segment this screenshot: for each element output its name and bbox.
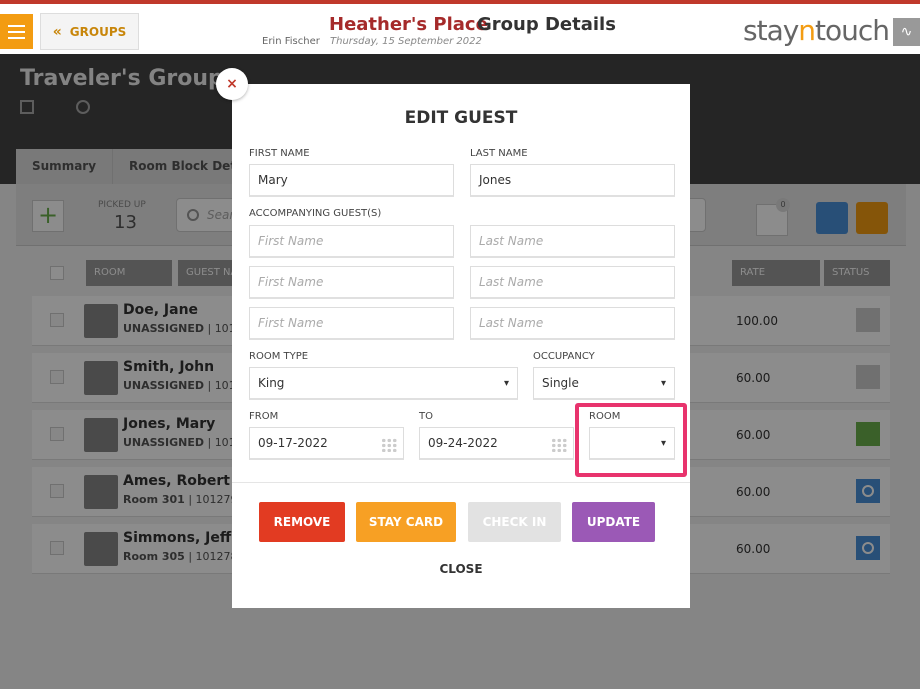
- to-label: TO: [419, 411, 433, 422]
- user-name: Erin Fischer: [262, 36, 320, 47]
- occupancy-select[interactable]: Single: [533, 367, 675, 400]
- divider: [232, 482, 690, 483]
- groups-label: GROUPS: [69, 24, 127, 39]
- double-chevron-left-icon: «: [52, 23, 62, 40]
- room-type-label: ROOM TYPE: [249, 351, 309, 362]
- hotel-name: Heather's Place: [329, 14, 488, 35]
- menu-icon[interactable]: [0, 14, 33, 49]
- room-type-select[interactable]: King: [249, 367, 518, 400]
- accompanying-last-name-field[interactable]: Last Name: [470, 266, 675, 299]
- stay-card-button[interactable]: STAY CARD: [356, 502, 456, 542]
- accompanying-first-name-field[interactable]: First Name: [249, 266, 454, 299]
- from-date-field[interactable]: 09-17-2022: [249, 427, 404, 460]
- last-name-label: LAST NAME: [470, 148, 528, 159]
- page-title: Group Details: [477, 14, 616, 35]
- update-button[interactable]: UPDATE: [572, 502, 655, 542]
- close-button[interactable]: CLOSE: [232, 562, 690, 576]
- business-date: Thursday, 15 September 2022: [330, 36, 482, 47]
- accompanying-last-name-field[interactable]: Last Name: [470, 307, 675, 340]
- activity-icon[interactable]: ∿: [893, 18, 920, 46]
- dialog-title: EDIT GUEST: [404, 108, 518, 128]
- remove-button[interactable]: REMOVE: [259, 502, 345, 542]
- accompanying-first-name-field[interactable]: First Name: [249, 307, 454, 340]
- last-name-field[interactable]: Jones: [470, 164, 675, 197]
- calendar-icon: [381, 438, 397, 452]
- edit-guest-dialog: EDIT GUEST FIRST NAME Mary LAST NAME Jon…: [232, 84, 690, 608]
- close-icon[interactable]: ×: [216, 68, 248, 100]
- first-name-field[interactable]: Mary: [249, 164, 454, 197]
- accompanying-guests-label: ACCOMPANYING GUEST(S): [249, 208, 382, 219]
- room-field-highlight: [575, 403, 687, 477]
- top-bar: « GROUPS Heather's Place Group Details E…: [0, 0, 920, 54]
- calendar-icon: [551, 438, 567, 452]
- to-date-field[interactable]: 09-24-2022: [419, 427, 574, 460]
- check-in-button[interactable]: CHECK IN: [468, 502, 561, 542]
- from-label: FROM: [249, 411, 279, 422]
- brand-logo: stayntouch: [743, 14, 890, 47]
- first-name-label: FIRST NAME: [249, 148, 310, 159]
- occupancy-label: OCCUPANCY: [533, 351, 595, 362]
- back-to-groups-button[interactable]: « GROUPS: [40, 13, 139, 50]
- accompanying-last-name-field[interactable]: Last Name: [470, 225, 675, 258]
- accompanying-first-name-field[interactable]: First Name: [249, 225, 454, 258]
